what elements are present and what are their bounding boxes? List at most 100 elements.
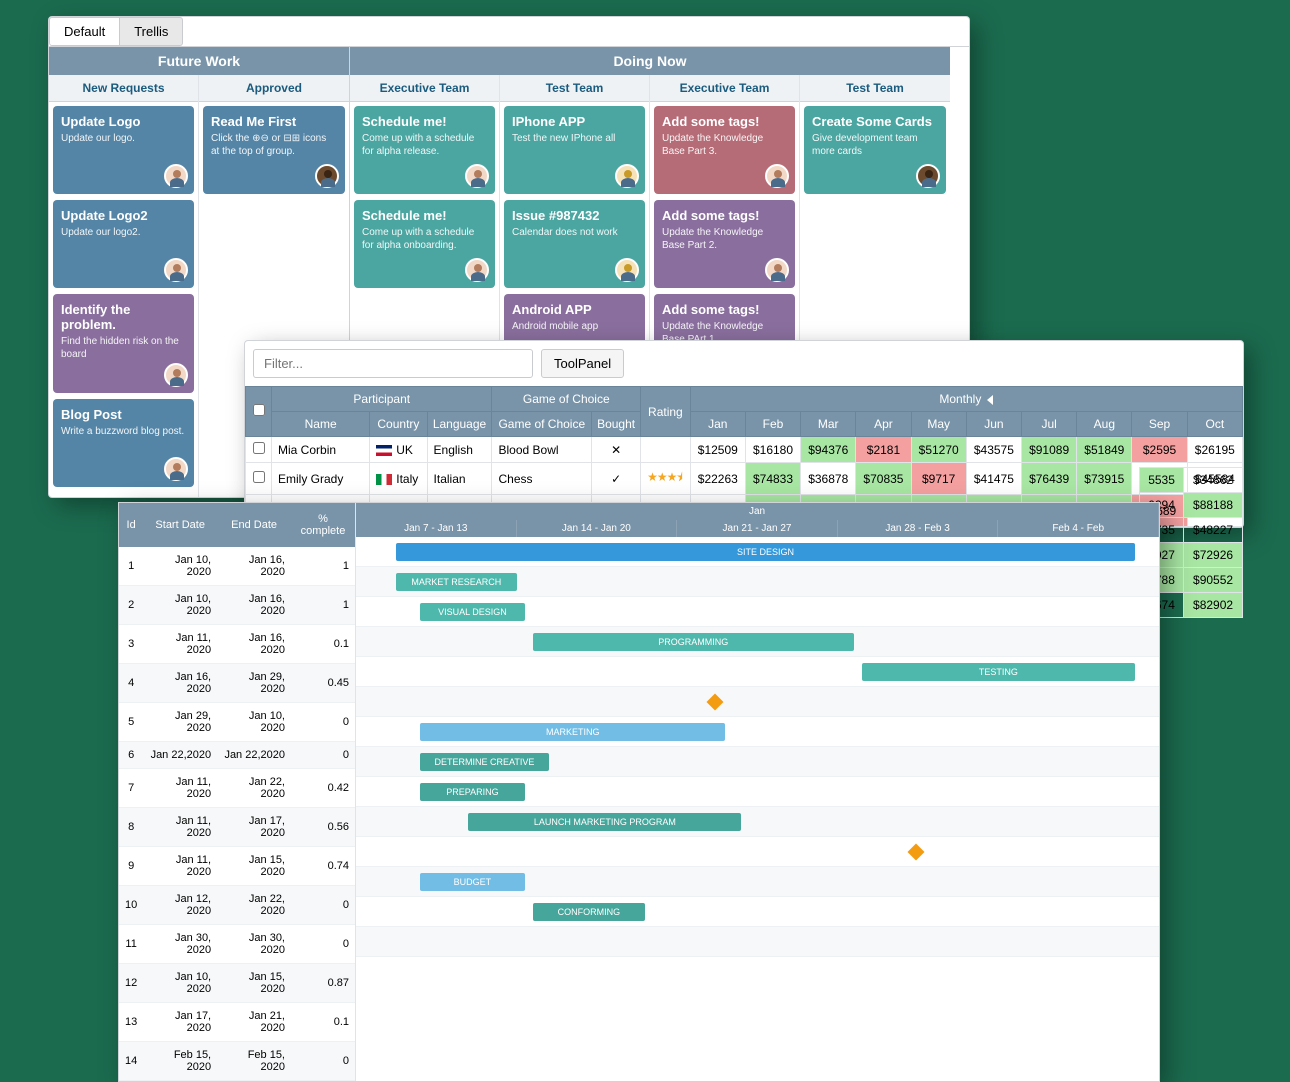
kanban-card[interactable]: Identify the problem.Find the hidden ris… [53, 294, 194, 393]
kanban-card[interactable]: Create Some CardsGive development team m… [804, 106, 946, 194]
column-title[interactable]: New Requests [49, 75, 198, 102]
gantt-bar[interactable]: PREPARING MESSAGES [420, 783, 524, 801]
card-title: Schedule me! [362, 208, 487, 223]
gantt-column[interactable]: End Date [217, 503, 291, 547]
gantt-cell: 5 [119, 703, 143, 742]
kanban-card[interactable]: Add some tags!Update the Knowledge Base … [654, 200, 795, 288]
col-rating[interactable]: Rating [641, 387, 691, 437]
gantt-column[interactable]: % complete [291, 503, 355, 547]
gantt-milestone-icon[interactable] [908, 844, 925, 861]
gantt-row[interactable]: 4Jan 16, 2020Jan 29, 20200.45 [119, 664, 355, 703]
cell-month: $91089 [1022, 437, 1077, 463]
gantt-row[interactable]: 8Jan 11, 2020Jan 17, 20200.56 [119, 808, 355, 847]
column-title[interactable]: Test Team [800, 75, 950, 102]
kanban-card[interactable]: IPhone APPTest the new IPhone all [504, 106, 645, 194]
gantt-row[interactable]: 6Jan 22,2020Jan 22,20200 [119, 742, 355, 769]
kanban-card[interactable]: Update Logo2Update our logo2. [53, 200, 194, 288]
avatar [164, 457, 188, 481]
card-title: Update Logo [61, 114, 186, 129]
gantt-row[interactable]: 3Jan 11, 2020Jan 16, 20200.1 [119, 625, 355, 664]
kanban-card[interactable]: Read Me FirstClick the ⊕⊖ or ⊟⊞ icons at… [203, 106, 345, 194]
grid-column[interactable]: Country [370, 412, 427, 437]
card-description: Come up with a schedule for alpha releas… [362, 133, 487, 158]
gantt-cell: Jan 22,2020 [217, 742, 291, 769]
kanban-card[interactable]: Schedule me!Come up with a schedule for … [354, 106, 495, 194]
gantt-cell: Jan 22, 2020 [217, 886, 291, 925]
gantt-row[interactable]: 2Jan 10, 2020Jan 16, 20201 [119, 586, 355, 625]
grid-column[interactable]: Jan [690, 412, 745, 437]
gantt-bar[interactable]: VISUAL DESIGN [420, 603, 524, 621]
gantt-row[interactable]: 12Jan 10, 2020Jan 15, 20200.87 [119, 964, 355, 1003]
gantt-bar[interactable]: SITE DESIGN [396, 543, 1135, 561]
row-checkbox[interactable] [246, 437, 272, 463]
grid-column[interactable]: Sep [1132, 412, 1187, 437]
avatar [315, 164, 339, 188]
kanban-card[interactable]: Schedule me!Come up with a schedule for … [354, 200, 495, 288]
gantt-row[interactable]: 5Jan 29, 2020Jan 10, 20200 [119, 703, 355, 742]
toolpanel-button[interactable]: ToolPanel [541, 349, 624, 378]
column-title[interactable]: Approved [199, 75, 349, 102]
grid-column[interactable]: Game of Choice [492, 412, 592, 437]
gantt-cell: 0 [291, 742, 355, 769]
gantt-row[interactable]: 11Jan 30, 2020Jan 30, 20200 [119, 925, 355, 964]
kanban-card[interactable]: Add some tags!Update the Knowledge Base … [654, 106, 795, 194]
gantt-row[interactable]: 7Jan 11, 2020Jan 22, 20200.42 [119, 769, 355, 808]
grid-column[interactable]: Name [272, 412, 370, 437]
gantt-cell: 0 [291, 1042, 355, 1081]
column-title[interactable]: Executive Team [350, 75, 499, 102]
collapse-icon[interactable] [987, 395, 993, 405]
grid-column[interactable]: Language [427, 412, 492, 437]
gantt-bar-row [356, 837, 1159, 867]
grid-column[interactable]: Apr [856, 412, 911, 437]
filter-input[interactable] [253, 349, 533, 378]
checkbox-header[interactable] [246, 387, 272, 437]
grid-column[interactable]: Mar [801, 412, 856, 437]
tab-trellis[interactable]: Trellis [119, 17, 183, 46]
gantt-bar-row: LAUNCH MARKETING PROGRAM [356, 807, 1159, 837]
cell-month: $12509 [690, 437, 745, 463]
grid-column[interactable]: Feb [745, 412, 800, 437]
gantt-cell: 12 [119, 964, 143, 1003]
gantt-bar[interactable]: TESTING [862, 663, 1135, 681]
gantt-row[interactable]: 1Jan 10, 2020Jan 16, 20201 [119, 547, 355, 586]
grid-column[interactable]: Jun [966, 412, 1021, 437]
column-title[interactable]: Test Team [500, 75, 649, 102]
kanban-column: New Requests Update LogoUpdate our logo.U… [49, 75, 199, 497]
grid-column[interactable]: Oct [1187, 412, 1242, 437]
column-title[interactable]: Executive Team [650, 75, 799, 102]
kanban-card[interactable]: Issue #987432Calendar does not work [504, 200, 645, 288]
table-row[interactable]: Emily GradyItalyItalianChess✓★★★⯨$22263$… [246, 463, 1243, 495]
cell-month: $9717 [911, 463, 966, 495]
gantt-bar[interactable]: BUDGET [420, 873, 524, 891]
card-title: Add some tags! [662, 208, 787, 223]
gantt-column[interactable]: Id [119, 503, 143, 547]
gantt-row[interactable]: 14Feb 15, 2020Feb 15, 20200 [119, 1042, 355, 1081]
row-checkbox[interactable] [246, 463, 272, 495]
gantt-column[interactable]: Start Date [143, 503, 217, 547]
tab-default[interactable]: Default [49, 17, 119, 46]
card-description: Give development team more cards [812, 133, 938, 158]
table-row[interactable]: Mia CorbinUKEnglishBlood Bowl✕$12509$161… [246, 437, 1243, 463]
avatar [465, 258, 489, 282]
grid-column[interactable]: May [911, 412, 966, 437]
grid-column[interactable]: Bought [592, 412, 641, 437]
gantt-bar-row: BUDGET [356, 867, 1159, 897]
kanban-card[interactable]: Blog PostWrite a buzzword blog post. [53, 399, 194, 487]
gantt-bar[interactable]: DETERMINE CREATIVE CONCEPT [420, 753, 548, 771]
gantt-row[interactable]: 13Jan 17, 2020Jan 21, 20200.1 [119, 1003, 355, 1042]
gantt-cell: 10 [119, 886, 143, 925]
gantt-bar[interactable]: CONFORMING [533, 903, 645, 921]
grid-column[interactable]: Aug [1077, 412, 1132, 437]
group-monthly[interactable]: Monthly [690, 387, 1242, 412]
gantt-bar[interactable]: MARKET RESEARCH [396, 573, 516, 591]
gantt-row[interactable]: 9Jan 11, 2020Jan 15, 20200.74 [119, 847, 355, 886]
gantt-bar[interactable]: PROGRAMMING [533, 633, 854, 651]
cell-month: $72926 [1184, 543, 1243, 568]
grid-column[interactable]: Jul [1022, 412, 1077, 437]
gantt-bar[interactable]: MARKETING [420, 723, 725, 741]
avatar [164, 258, 188, 282]
gantt-bar[interactable]: LAUNCH MARKETING PROGRAM [468, 813, 741, 831]
gantt-milestone-icon[interactable] [707, 694, 724, 711]
gantt-row[interactable]: 10Jan 12, 2020Jan 22, 20200 [119, 886, 355, 925]
kanban-card[interactable]: Update LogoUpdate our logo. [53, 106, 194, 194]
